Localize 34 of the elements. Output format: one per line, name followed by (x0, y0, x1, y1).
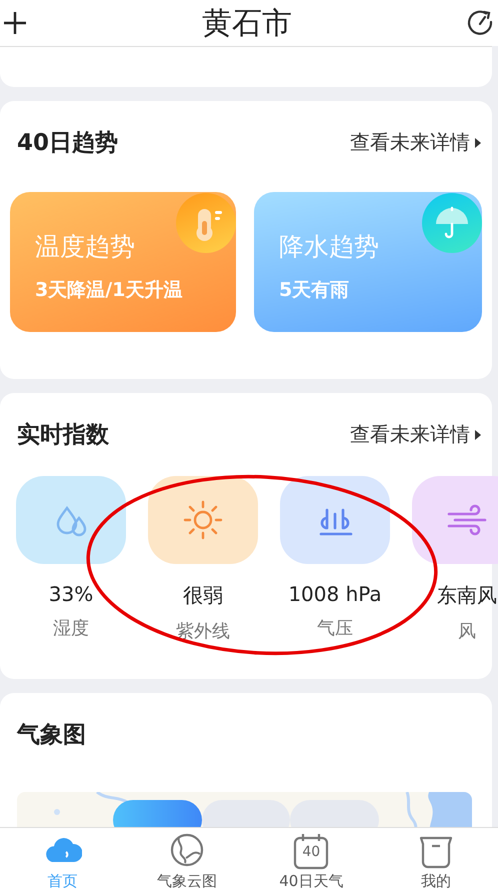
index-label: 风 (458, 620, 476, 643)
add-icon (2, 10, 28, 36)
tab-item[interactable]: 气象云图 (132, 828, 242, 890)
index-tile[interactable] (16, 476, 126, 564)
refresh-button[interactable] (466, 9, 494, 37)
index-tile[interactable] (280, 476, 390, 564)
tab-item[interactable]: 我的 (380, 828, 491, 890)
index-label: 湿度 (53, 617, 89, 640)
section-title: 气象图 (17, 721, 86, 750)
index-value: 33% (48, 582, 94, 606)
tile-summary: 5天有雨 (279, 278, 350, 303)
index-value: 1008 hPa (288, 582, 382, 606)
tile-summary: 3天降温/1天升温 (35, 278, 182, 303)
layer-tab[interactable] (113, 800, 202, 828)
index-tile[interactable] (412, 476, 498, 564)
more-link[interactable]: 查看未来详情 (350, 421, 482, 448)
city-title: 黄石市 (202, 4, 292, 42)
tab-item[interactable]: 40 40日天气 (256, 828, 366, 890)
caret-icon (474, 428, 482, 440)
index-value: 东南风 (437, 582, 497, 609)
more-link[interactable]: 查看未来详情 (350, 129, 482, 156)
tile-title: 降水趋势 (279, 231, 379, 263)
index-tile[interactable] (148, 476, 258, 564)
add-button[interactable] (2, 10, 28, 36)
refresh-icon (466, 9, 494, 37)
tile-title: 温度趋势 (35, 231, 136, 263)
sun-icon (181, 498, 225, 542)
caret-icon (474, 136, 482, 148)
index-label: 紫外线 (176, 620, 230, 643)
icon-number: 40 (301, 844, 322, 860)
index-value: 很弱 (183, 582, 223, 609)
section-title: 实时指数 (17, 421, 109, 450)
section-title: 40日趋势 (17, 129, 118, 158)
index-label: 气压 (317, 617, 353, 640)
